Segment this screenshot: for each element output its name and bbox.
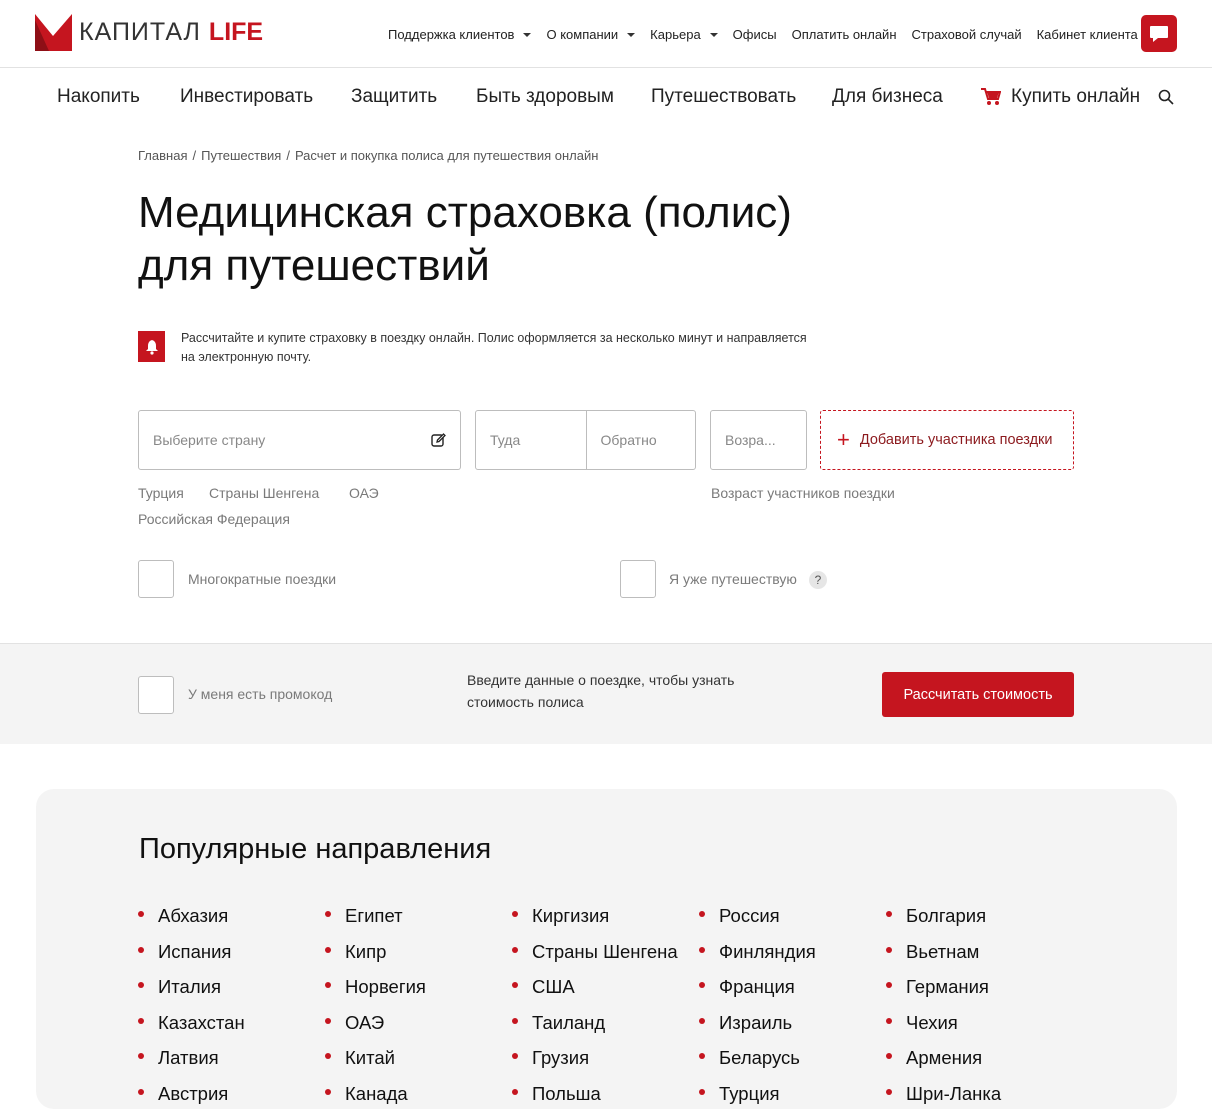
breadcrumb-home[interactable]: Главная xyxy=(138,148,187,163)
chevron-down-icon xyxy=(627,32,636,37)
topnav-support[interactable]: Поддержка клиентов xyxy=(388,27,532,42)
destination-link[interactable]: Таиланд xyxy=(512,1012,678,1048)
topnav-client-cabinet[interactable]: Кабинет клиента xyxy=(1037,27,1138,42)
bell-icon xyxy=(138,331,165,362)
chat-button[interactable] xyxy=(1141,15,1177,52)
destination-link[interactable]: Финляндия xyxy=(699,941,816,977)
already-travelling-label: Я уже путешествую xyxy=(669,571,797,587)
page-title: Медицинская страховка (полис) для путешес… xyxy=(138,188,792,290)
multi-trip-label: Многократные поездки xyxy=(188,571,337,587)
destination-link[interactable]: Киргизия xyxy=(512,905,678,941)
destination-link[interactable]: Абхазия xyxy=(138,905,245,941)
destination-link[interactable]: Франция xyxy=(699,976,816,1012)
destination-link[interactable]: ОАЭ xyxy=(325,1012,426,1048)
quick-country-uae[interactable]: ОАЭ xyxy=(349,485,379,501)
chat-icon xyxy=(1150,25,1168,42)
calculate-button[interactable]: Рассчитать стоимость xyxy=(882,672,1074,717)
destination-link[interactable]: Грузия xyxy=(512,1047,678,1083)
date-from-input[interactable]: Туда xyxy=(476,411,586,469)
destination-link[interactable]: Болгария xyxy=(886,905,1001,941)
plus-icon: + xyxy=(837,427,850,452)
destination-link[interactable]: Чехия xyxy=(886,1012,1001,1048)
destination-link[interactable]: Австрия xyxy=(138,1083,245,1119)
destination-link[interactable]: Латвия xyxy=(138,1047,245,1083)
nav-travel[interactable]: Путешествовать xyxy=(651,86,796,108)
chevron-down-icon xyxy=(709,32,718,37)
dest-column-4: Россия Финляндия Франция Израиль Беларус… xyxy=(699,905,816,1119)
dest-column-1: Абхазия Испания Италия Казахстан Латвия … xyxy=(138,905,245,1119)
popular-destinations: Популярные направления Абхазия Испания И… xyxy=(36,789,1177,1109)
help-icon[interactable]: ? xyxy=(809,571,827,589)
edit-icon[interactable] xyxy=(431,433,446,448)
promo-checkbox[interactable] xyxy=(138,676,174,714)
nav-business[interactable]: Для бизнеса xyxy=(832,86,943,108)
dest-column-3: Киргизия Страны Шенгена США Таиланд Груз… xyxy=(512,905,678,1119)
topnav-insurance-case[interactable]: Страховой случай xyxy=(912,27,1022,42)
topnav-offices[interactable]: Офисы xyxy=(733,27,777,42)
destination-link[interactable]: Турция xyxy=(699,1083,816,1119)
nav-health[interactable]: Быть здоровым xyxy=(476,86,614,108)
destination-link[interactable]: Россия xyxy=(699,905,816,941)
destination-link[interactable]: Страны Шенгена xyxy=(512,941,678,977)
dates-field: Туда Обратно xyxy=(475,410,696,470)
add-participant-label: Добавить участника поездки xyxy=(859,432,1053,448)
nav-protect[interactable]: Защитить xyxy=(351,86,437,108)
logo-text: КАПИТАЛ LIFE xyxy=(79,18,264,46)
destination-link[interactable]: Китай xyxy=(325,1047,426,1083)
destination-link[interactable]: США xyxy=(512,976,678,1012)
already-travelling-checkbox[interactable] xyxy=(620,560,656,598)
logo-mark-icon xyxy=(35,14,72,51)
logo[interactable]: КАПИТАЛ LIFE xyxy=(35,14,263,51)
multi-trip-checkbox[interactable] xyxy=(138,560,174,598)
destination-link[interactable]: Италия xyxy=(138,976,245,1012)
dest-column-5: Болгария Вьетнам Германия Чехия Армения … xyxy=(886,905,1001,1119)
destination-link[interactable]: Египет xyxy=(325,905,426,941)
promo-note: Введите данные о поездке, чтобы узнать с… xyxy=(467,672,735,710)
nav-save[interactable]: Накопить xyxy=(57,86,140,108)
country-placeholder: Выберите страну xyxy=(153,432,266,448)
country-select[interactable]: Выберите страну xyxy=(138,410,461,470)
breadcrumb: Главная / Путешествия / Расчет и покупка пол… xyxy=(138,148,599,163)
topnav-company[interactable]: О компании xyxy=(546,27,636,42)
topnav-pay-online[interactable]: Оплатить онлайн xyxy=(792,27,897,42)
cart-icon[interactable] xyxy=(981,88,1001,106)
quick-country-russia[interactable]: Российская Федерация xyxy=(138,511,290,527)
date-to-input[interactable]: Обратно xyxy=(585,411,696,469)
nav-buy-online[interactable]: Купить онлайн xyxy=(1011,86,1140,108)
chevron-down-icon xyxy=(523,32,532,37)
dest-column-2: Египет Кипр Норвегия ОАЭ Китай Канада xyxy=(325,905,426,1119)
breadcrumb-travel[interactable]: Путешествия xyxy=(201,148,281,163)
destination-link[interactable]: Вьетнам xyxy=(886,941,1001,977)
nav-invest[interactable]: Инвестировать xyxy=(180,86,313,108)
top-header: КАПИТАЛ LIFE Поддержка клиентов О компан… xyxy=(0,0,1212,68)
popular-title: Популярные направления xyxy=(139,833,492,865)
age-hint: Возраст участников поездки xyxy=(711,485,895,501)
age-placeholder: Возра... xyxy=(725,432,776,448)
destination-link[interactable]: Норвегия xyxy=(325,976,426,1012)
destination-link[interactable]: Казахстан xyxy=(138,1012,245,1048)
breadcrumb-current: Расчет и покупка полиса для путешествия … xyxy=(294,148,599,163)
promo-label: У меня есть промокод xyxy=(188,686,333,702)
destination-link[interactable]: Канада xyxy=(325,1083,426,1119)
search-icon[interactable] xyxy=(1158,89,1174,105)
notice-text: Рассчитайте и купите страховку в поездку… xyxy=(181,331,807,364)
add-participant-button[interactable]: + Добавить участника поездки xyxy=(820,410,1074,470)
destination-link[interactable]: Испания xyxy=(138,941,245,977)
destination-link[interactable]: Израиль xyxy=(699,1012,816,1048)
destination-link[interactable]: Армения xyxy=(886,1047,1001,1083)
destination-link[interactable]: Польша xyxy=(512,1083,678,1119)
main-nav: Накопить Инвестировать Защитить Быть здо… xyxy=(0,68,1212,126)
destination-link[interactable]: Кипр xyxy=(325,941,426,977)
destination-link[interactable]: Шри-Ланка xyxy=(886,1083,1001,1119)
topnav-career[interactable]: Карьера xyxy=(650,27,718,42)
quick-country-turkey[interactable]: Турция xyxy=(138,485,184,501)
destination-link[interactable]: Германия xyxy=(886,976,1001,1012)
destination-link[interactable]: Беларусь xyxy=(699,1047,816,1083)
age-input[interactable]: Возра... xyxy=(710,410,807,470)
top-nav: Поддержка клиентов О компании Карьера Оф… xyxy=(388,27,1153,42)
quick-country-schengen[interactable]: Страны Шенгена xyxy=(209,485,319,501)
